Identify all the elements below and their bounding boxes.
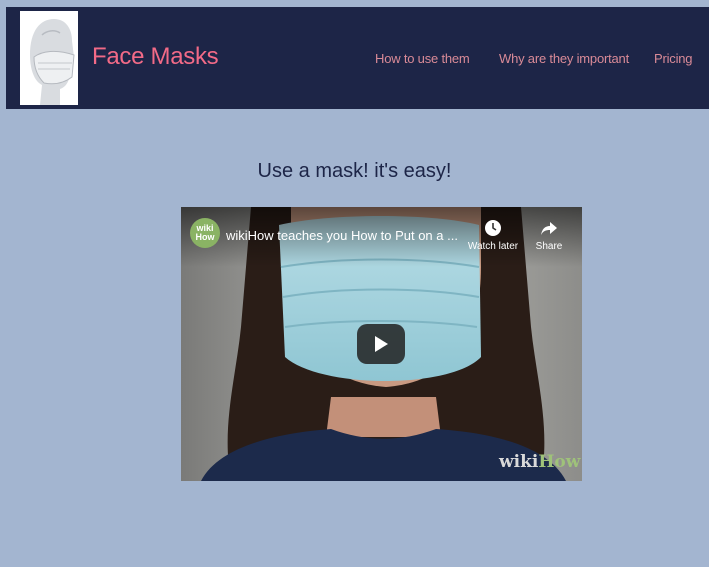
- share-label: Share: [535, 241, 563, 252]
- channel-avatar[interactable]: wiki How: [190, 218, 220, 248]
- page-headline: Use a mask! it's easy!: [257, 160, 452, 182]
- watch-later-label: Watch later: [467, 241, 519, 252]
- share-button[interactable]: Share: [531, 219, 567, 252]
- watch-later-button[interactable]: Watch later: [465, 219, 521, 252]
- clock-icon: [485, 220, 501, 236]
- nav-how-to-use[interactable]: How to use them: [375, 51, 470, 66]
- wikihow-watermark: wikiHow: [499, 452, 581, 472]
- play-icon: [375, 336, 388, 352]
- site-brand[interactable]: Face Masks: [92, 43, 219, 71]
- play-button[interactable]: [357, 324, 405, 364]
- mannequin-mask-icon: [20, 11, 78, 105]
- nav-why-important[interactable]: Why are they important: [499, 51, 629, 66]
- site-header: Face Masks How to use them Why are they …: [6, 7, 709, 109]
- share-arrow-icon: [541, 222, 557, 235]
- nav-pricing[interactable]: Pricing: [654, 51, 693, 66]
- video-title[interactable]: wikiHow teaches you How to Put on a ...: [226, 228, 458, 243]
- video-embed[interactable]: wiki How wikiHow teaches you How to Put …: [181, 207, 582, 481]
